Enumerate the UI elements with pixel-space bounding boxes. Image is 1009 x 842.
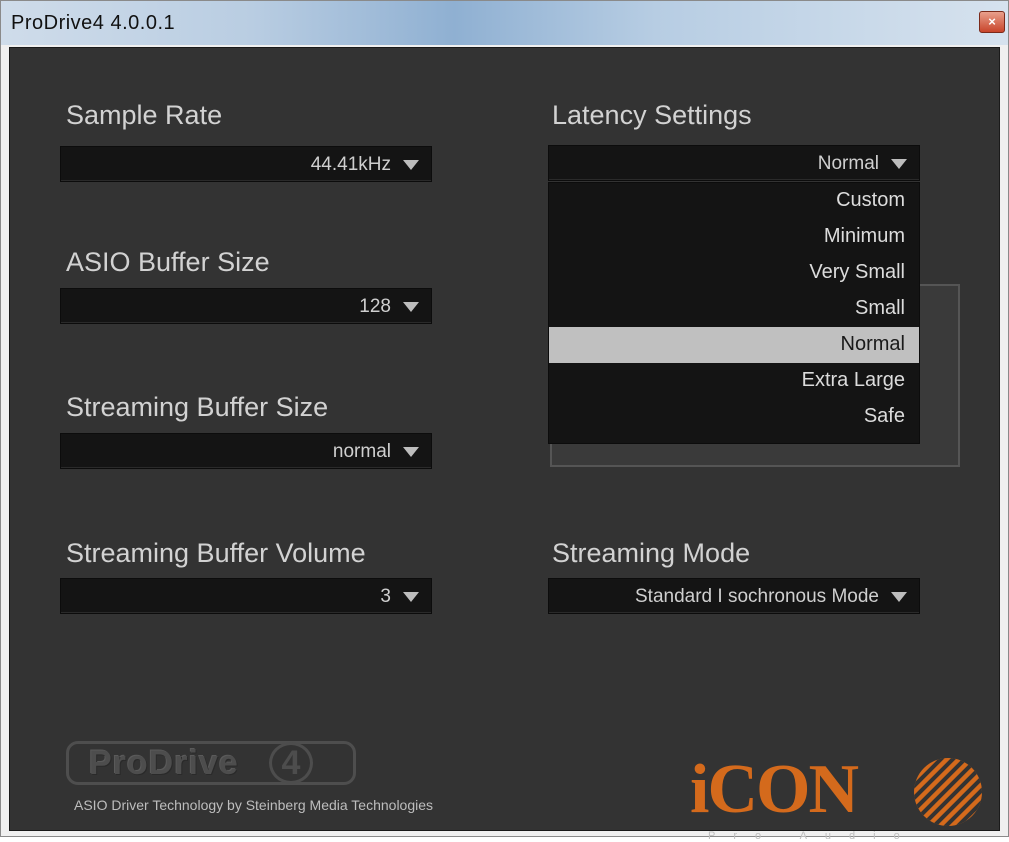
asio-buffer-label: ASIO Buffer Size: [66, 247, 270, 277]
prodrive-logo: ProDrive 4: [66, 741, 356, 785]
latency-options-menu: Custom Minimum Very Small Small Normal E…: [548, 182, 920, 444]
asio-buffer-dropdown[interactable]: 128: [60, 288, 432, 324]
title-bar[interactable]: ProDrive4 4.0.0.1 ×: [1, 1, 1008, 45]
latency-option-extra-large[interactable]: Extra Large: [549, 363, 919, 399]
streaming-mode-dropdown[interactable]: Standard I sochronous Mode: [548, 578, 920, 614]
window-title: ProDrive4 4.0.0.1: [11, 12, 176, 34]
streaming-buffer-volume-label: Streaming Buffer Volume: [66, 538, 366, 568]
prodrive-window: ProDrive4 4.0.0.1 × Sample Rate 44.41kHz…: [0, 0, 1009, 842]
close-button[interactable]: ×: [979, 11, 1005, 33]
chevron-down-icon: [403, 302, 419, 312]
latency-settings-dropdown[interactable]: Normal: [548, 145, 920, 181]
latency-option-normal[interactable]: Normal: [549, 327, 919, 363]
streaming-buffer-volume-value: 3: [380, 586, 391, 607]
chevron-down-icon: [403, 447, 419, 457]
latency-settings-value: Normal: [817, 153, 879, 174]
asio-credit-text: ASIO Driver Technology by Steinberg Medi…: [74, 797, 434, 813]
chevron-down-icon: [403, 160, 419, 170]
latency-settings-label: Latency Settings: [552, 100, 752, 130]
icon-logo-ball-icon: [914, 758, 982, 826]
icon-company-subtitle: Pro Audio: [708, 830, 918, 842]
sample-rate-value: 44.41kHz: [310, 154, 391, 175]
latency-option-safe[interactable]: Safe: [549, 399, 919, 435]
latency-option-custom[interactable]: Custom: [549, 183, 919, 219]
sample-rate-dropdown[interactable]: 44.41kHz: [60, 146, 432, 182]
streaming-mode-label: Streaming Mode: [552, 538, 751, 568]
sample-rate-label: Sample Rate: [66, 100, 223, 130]
chevron-down-icon: [403, 592, 419, 602]
asio-buffer-value: 128: [359, 296, 391, 317]
latency-option-minimum[interactable]: Minimum: [549, 219, 919, 255]
close-icon: ×: [988, 14, 996, 29]
latency-option-very-small[interactable]: Very Small: [549, 255, 919, 291]
settings-panel: Sample Rate 44.41kHz ASIO Buffer Size 12…: [9, 47, 1000, 842]
streaming-buffer-size-value: normal: [332, 441, 391, 462]
streaming-buffer-size-dropdown[interactable]: normal: [60, 433, 432, 469]
streaming-mode-value: Standard I sochronous Mode: [635, 586, 879, 607]
chevron-down-icon: [891, 592, 907, 602]
streaming-buffer-volume-dropdown[interactable]: 3: [60, 578, 432, 614]
streaming-buffer-size-label: Streaming Buffer Size: [66, 392, 329, 422]
icon-company-logo: iCON: [690, 751, 859, 828]
latency-option-small[interactable]: Small: [549, 291, 919, 327]
chevron-down-icon: [891, 159, 907, 169]
